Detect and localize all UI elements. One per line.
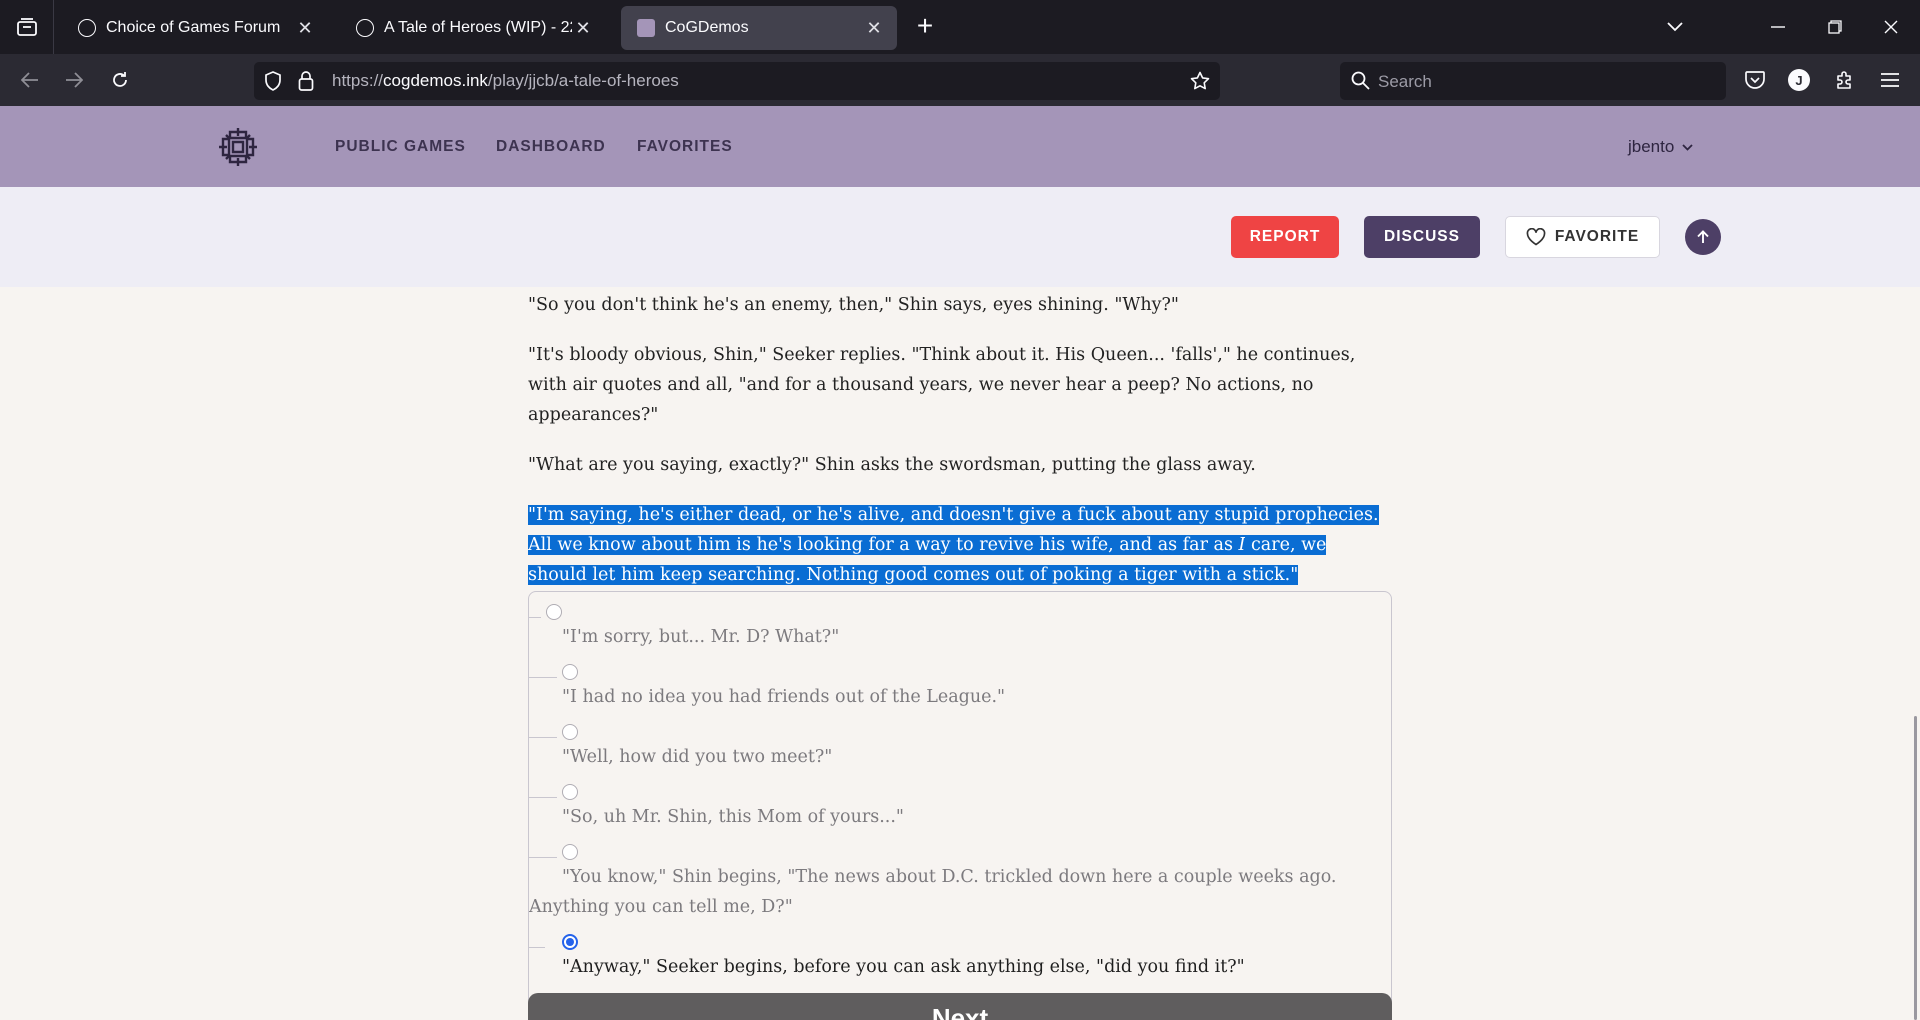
choice-label: "You know," Shin begins, "The news about… <box>529 867 1337 917</box>
radio-button[interactable] <box>562 664 578 680</box>
favorite-label: FAVORITE <box>1554 228 1640 245</box>
choice-option[interactable]: "You know," Shin begins, "The news about… <box>529 827 1391 948</box>
close-tab-icon[interactable]: ✕ <box>863 18 885 39</box>
extensions-button[interactable] <box>1829 64 1861 96</box>
tab-choice-of-games-forum[interactable]: Choice of Games Forum ✕ <box>62 6 328 50</box>
radio-button[interactable] <box>562 724 578 740</box>
choice-list: "I'm sorry, but... Mr. D? What?" "I had … <box>528 591 1392 1013</box>
minimize-button[interactable] <box>1763 12 1793 42</box>
choice-label: "So, uh Mr. Shin, this Mom of yours..." <box>562 807 904 827</box>
list-all-tabs-button[interactable] <box>1660 12 1690 42</box>
url-host: cogdemos.ink <box>383 71 488 90</box>
choice-label: "Anyway," Seeker begins, before you can … <box>562 957 1245 977</box>
tab-a-tale-of-heroes[interactable]: A Tale of Heroes (WIP) - 224k w ✕ <box>340 6 606 50</box>
bookmark-star-icon[interactable] <box>1190 71 1210 91</box>
nav-dashboard[interactable]: DASHBOARD <box>496 138 606 156</box>
arrow-up-icon <box>1697 230 1709 243</box>
choice-label: "I had no idea you had friends out of th… <box>562 687 1006 707</box>
story-paragraph: "So you don't think he's an enemy, then,… <box>528 295 1179 315</box>
search-icon <box>1351 71 1370 90</box>
close-tab-icon[interactable]: ✕ <box>294 18 316 39</box>
choice-option[interactable]: "So, uh Mr. Shin, this Mom of yours..." <box>529 762 1391 858</box>
address-bar[interactable]: https://cogdemos.ink/play/jjcb/a-tale-of… <box>254 62 1220 100</box>
radio-button[interactable] <box>546 604 562 620</box>
restore-button[interactable] <box>1820 12 1850 42</box>
hamburger-menu-icon <box>1881 73 1899 87</box>
search-bar[interactable]: Search <box>1340 62 1726 100</box>
pocket-icon <box>1745 71 1765 89</box>
choice-label: "Well, how did you two meet?" <box>562 747 833 767</box>
new-tab-button[interactable]: + <box>910 12 940 42</box>
chevron-down-icon <box>1682 143 1693 151</box>
back-button[interactable] <box>14 64 46 96</box>
profile-initial: J <box>1795 72 1803 88</box>
url-path: /play/jjcb/a-tale-of-heroes <box>487 71 679 90</box>
cogdemos-favicon-icon <box>637 19 655 37</box>
forward-button[interactable] <box>58 64 90 96</box>
page-scrollbar[interactable] <box>1914 716 1917 1020</box>
tab-list-button[interactable] <box>0 0 54 54</box>
shield-icon[interactable] <box>264 71 282 91</box>
forum-favicon-icon <box>78 19 96 37</box>
scroll-to-top-button[interactable] <box>1685 219 1721 255</box>
minimize-icon <box>1771 26 1785 28</box>
pocket-button[interactable] <box>1739 64 1771 96</box>
tab-list-icon <box>16 18 37 36</box>
back-arrow-icon <box>21 72 38 88</box>
chevron-down-icon <box>1667 22 1683 32</box>
menu-button[interactable] <box>1874 64 1906 96</box>
reload-icon <box>113 72 127 87</box>
account-button[interactable]: J <box>1783 64 1815 96</box>
nav-favorites[interactable]: FAVORITES <box>637 138 733 156</box>
story-paragraph: "It's bloody obvious, Shin," Seeker repl… <box>528 345 1356 425</box>
choice-option[interactable]: "I'm sorry, but... Mr. D? What?" <box>529 592 1391 678</box>
game-action-bar: REPORT DISCUSS FAVORITE <box>0 187 1920 287</box>
radio-button[interactable] <box>562 844 578 860</box>
browser-toolbar: https://cogdemos.ink/play/jjcb/a-tale-of… <box>0 54 1920 106</box>
favorite-button[interactable]: FAVORITE <box>1505 216 1660 258</box>
puzzle-piece-icon <box>1837 71 1851 89</box>
discuss-button[interactable]: DISCUSS <box>1364 216 1480 258</box>
reload-button[interactable] <box>104 64 136 96</box>
profile-avatar: J <box>1788 69 1810 91</box>
story-paragraph: "What are you saying, exactly?" Shin ask… <box>528 455 1256 475</box>
user-menu[interactable]: jbento <box>1628 137 1693 157</box>
close-tab-icon[interactable]: ✕ <box>572 18 594 39</box>
next-button[interactable]: Next <box>528 993 1392 1020</box>
browser-tab-bar: Choice of Games Forum ✕ A Tale of Heroes… <box>0 0 1920 54</box>
forward-arrow-icon <box>66 72 83 88</box>
heart-icon <box>1526 228 1546 246</box>
username: jbento <box>1628 137 1675 156</box>
restore-icon <box>1828 20 1842 34</box>
close-window-button[interactable] <box>1876 12 1906 42</box>
story-paragraph-selected: "I'm saying, he's either dead, or he's a… <box>528 500 1388 590</box>
radio-button[interactable] <box>562 784 578 800</box>
url-scheme: https:// <box>332 71 384 90</box>
site-header: PUBLIC GAMES DASHBOARD FAVORITES jbento <box>0 106 1920 187</box>
choice-option[interactable]: "I had no idea you had friends out of th… <box>529 642 1391 738</box>
choice-label: "I'm sorry, but... Mr. D? What?" <box>562 627 840 647</box>
url-text[interactable]: https://cogdemos.ink/play/jjcb/a-tale-of… <box>332 71 679 91</box>
report-button[interactable]: REPORT <box>1231 216 1339 258</box>
close-icon <box>1884 20 1898 34</box>
choice-option[interactable]: "Well, how did you two meet?" <box>529 702 1391 798</box>
cogdemos-logo-icon[interactable] <box>216 125 260 169</box>
nav-public-games[interactable]: PUBLIC GAMES <box>335 138 466 156</box>
radio-button-checked[interactable] <box>562 934 578 950</box>
story-text: "So you don't think he's an enemy, then,… <box>528 290 1388 610</box>
selected-text: "I'm saying, he's either dead, or he's a… <box>528 505 1379 585</box>
tab-cogdemos[interactable]: CoGDemos ✕ <box>621 6 897 50</box>
search-placeholder: Search <box>1378 72 1432 91</box>
forum-favicon-icon <box>356 19 374 37</box>
lock-icon[interactable] <box>298 71 314 91</box>
